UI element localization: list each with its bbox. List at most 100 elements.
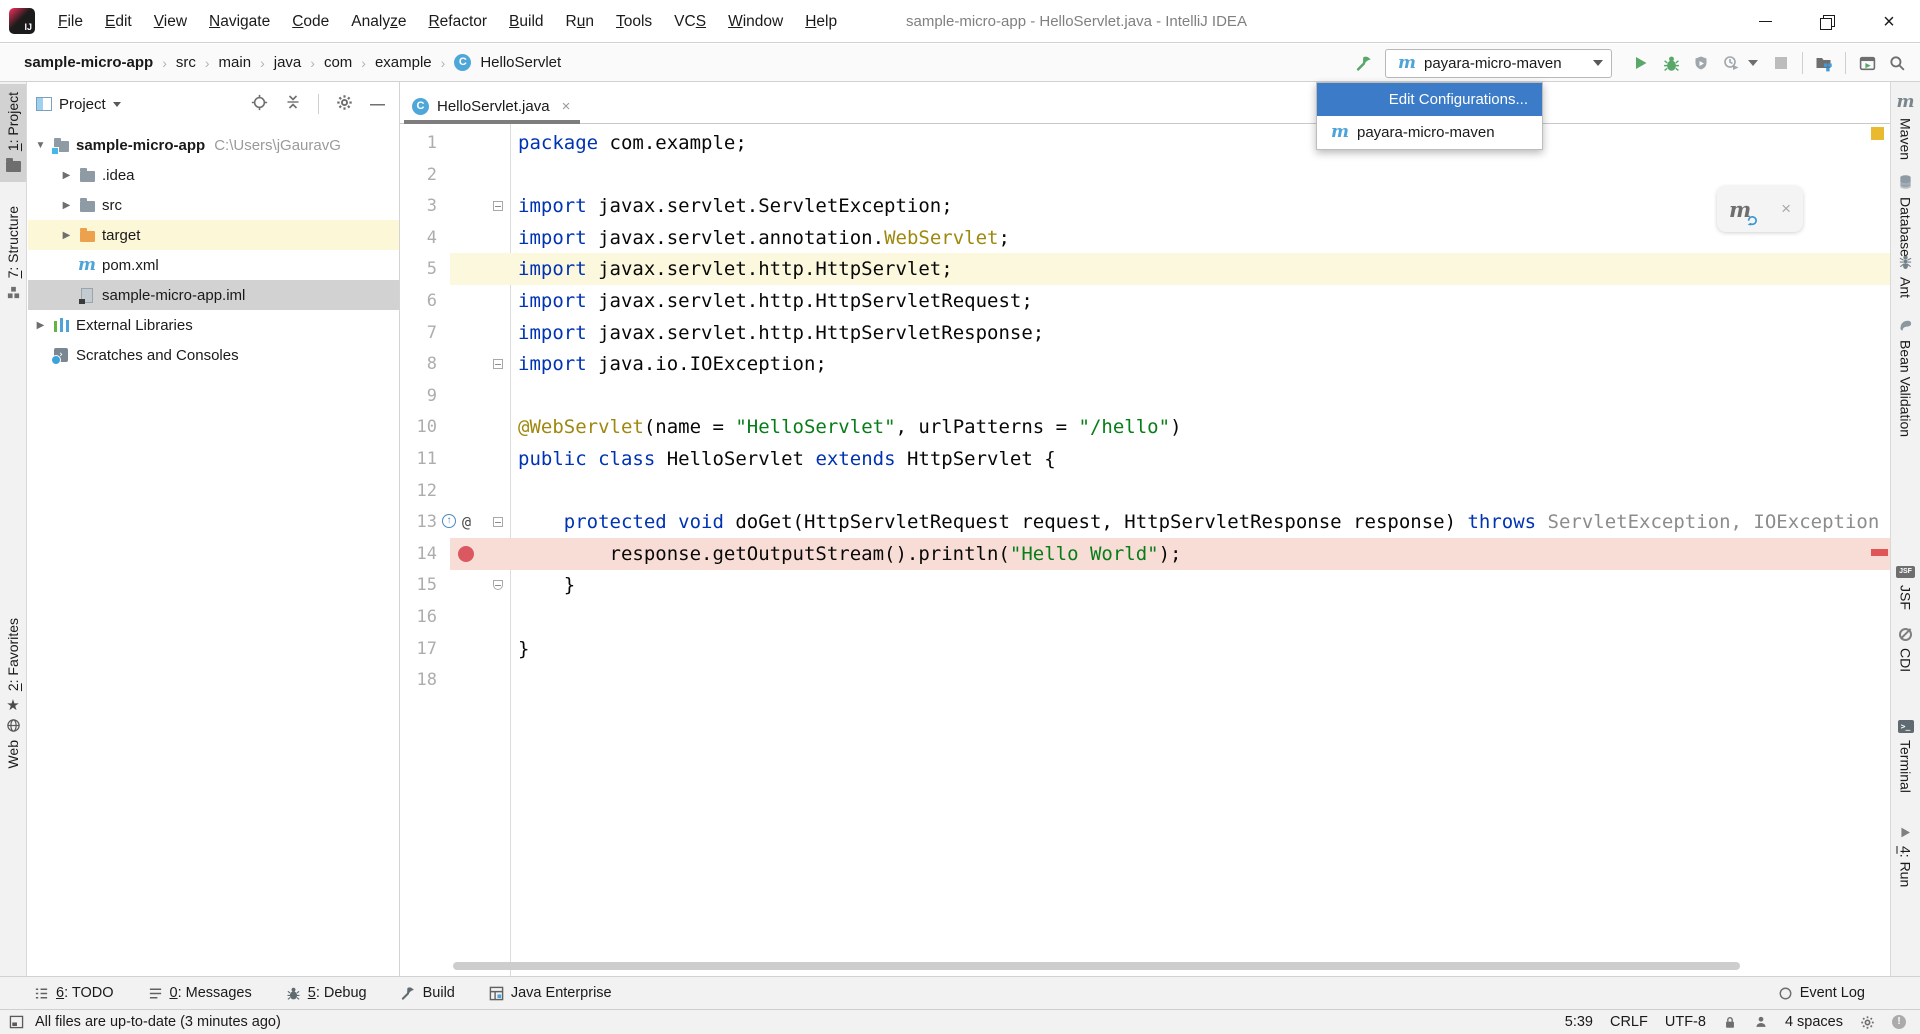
menu-vcs[interactable]: VCS	[663, 0, 717, 43]
tool-window-button-cdi[interactable]: CDI	[1891, 628, 1920, 672]
menu-code[interactable]: Code	[281, 0, 340, 43]
status-widget-background-tasks[interactable]	[1860, 1015, 1875, 1030]
tool-window-button-structure[interactable]: 7: Structure	[0, 206, 26, 300]
line-number[interactable]: 15	[400, 569, 437, 601]
tree-node--idea[interactable]: ▶.idea	[28, 160, 399, 190]
menu-window[interactable]: Window	[717, 0, 794, 43]
minimize-button[interactable]	[1734, 0, 1796, 43]
breadcrumb-item[interactable]: example	[375, 54, 432, 71]
fold-marker-icon[interactable]	[493, 517, 503, 527]
chevron-down-icon[interactable]	[113, 102, 121, 107]
menu-refactor[interactable]: Refactor	[417, 0, 498, 43]
menu-run[interactable]: Run	[555, 0, 605, 43]
code-line-7[interactable]: 7import javax.servlet.http.HttpServletRe…	[400, 317, 1890, 349]
tool-window-button-run[interactable]: 4: Run	[1891, 826, 1920, 887]
build-project-button[interactable]	[1349, 48, 1379, 78]
code-line-4[interactable]: 4import javax.servlet.annotation.WebServ…	[400, 222, 1890, 254]
line-number[interactable]: 12	[400, 475, 437, 507]
line-number[interactable]: 1	[400, 127, 437, 159]
line-number[interactable]: 11	[400, 443, 437, 475]
restore-button[interactable]	[1796, 0, 1858, 43]
line-number[interactable]: 4	[400, 222, 437, 254]
menu-build[interactable]: Build	[498, 0, 554, 43]
inspection-status-indicator[interactable]	[1871, 127, 1884, 140]
line-number[interactable]: 3	[400, 190, 437, 222]
fold-marker-icon[interactable]	[493, 201, 503, 211]
locate-file-button[interactable]	[251, 94, 268, 115]
code-line-18[interactable]: 18	[400, 664, 1890, 696]
tree-node-external-libraries[interactable]: ▶External Libraries	[28, 310, 399, 340]
code-line-15[interactable]: 15 }	[400, 569, 1890, 601]
tree-node-scratches-and-consoles[interactable]: ›Scratches and Consoles	[28, 340, 399, 370]
chevron-collapsed-icon[interactable]: ▶	[60, 200, 73, 211]
fold-marker-icon[interactable]	[493, 580, 503, 590]
line-number[interactable]: 13	[400, 506, 437, 538]
tool-window-button-maven[interactable]: mMaven	[1891, 94, 1920, 160]
code-line-11[interactable]: 11public class HelloServlet extends Http…	[400, 443, 1890, 475]
status-widget-notifications[interactable]: !	[1892, 1015, 1906, 1029]
tool-window-button-database[interactable]: Database	[1891, 174, 1920, 257]
run-configuration-select[interactable]: m payara-micro-maven	[1385, 49, 1612, 78]
code-line-6[interactable]: 6import javax.servlet.http.HttpServletRe…	[400, 285, 1890, 317]
tool-window-button-favorites[interactable]: 2: Favorites★	[0, 618, 26, 713]
horizontal-scrollbar[interactable]	[453, 962, 1740, 970]
menu-edit[interactable]: Edit	[94, 0, 143, 43]
chevron-collapsed-icon[interactable]: ▶	[34, 320, 47, 331]
close-tab-icon[interactable]: ×	[562, 98, 571, 115]
code-line-17[interactable]: 17}	[400, 633, 1890, 665]
tool-window-button-java-enterprise[interactable]: Java Enterprise	[489, 985, 612, 1001]
tool-window-button-project[interactable]: 1: Project	[0, 84, 26, 182]
tree-node-sample-micro-app-iml[interactable]: sample-micro-app.iml	[28, 280, 399, 310]
collapse-all-button[interactable]	[285, 94, 301, 114]
tool-window-button-bean-validation[interactable]: Bean Validation	[1891, 318, 1920, 437]
line-number[interactable]: 14	[400, 538, 437, 570]
breadcrumb-item[interactable]: HelloServlet	[480, 54, 561, 71]
menu-navigate[interactable]: Navigate	[198, 0, 281, 43]
line-number[interactable]: 6	[400, 285, 437, 317]
line-number[interactable]: 17	[400, 633, 437, 665]
menu-tools[interactable]: Tools	[605, 0, 663, 43]
chevron-collapsed-icon[interactable]: ▶	[60, 170, 73, 181]
debug-button[interactable]	[1656, 48, 1686, 78]
code-editor[interactable]: 1package com.example;23import javax.serv…	[400, 124, 1890, 976]
breadcrumb-item[interactable]: java	[274, 54, 302, 71]
status-widget-encoding[interactable]: UTF-8	[1665, 1014, 1706, 1030]
override-method-icon[interactable]: ↑	[442, 514, 456, 528]
menu-analyze[interactable]: Analyze	[340, 0, 417, 43]
event-log-button[interactable]: Event Log	[1778, 985, 1865, 1001]
code-line-13[interactable]: 13↑@ protected void doGet(HttpServletReq…	[400, 506, 1890, 538]
breadcrumb-item[interactable]: main	[219, 54, 252, 71]
breadcrumb-item[interactable]: com	[324, 54, 352, 71]
settings-button[interactable]	[336, 94, 353, 115]
code-line-1[interactable]: 1package com.example;	[400, 127, 1890, 159]
code-line-3[interactable]: 3import javax.servlet.ServletException;	[400, 190, 1890, 222]
line-number[interactable]: 16	[400, 601, 437, 633]
line-number[interactable]: 7	[400, 317, 437, 349]
dropdown-item[interactable]: mpayara-micro-maven	[1317, 116, 1542, 149]
chevron-collapsed-icon[interactable]: ▶	[60, 230, 73, 241]
line-number[interactable]: 18	[400, 664, 437, 696]
status-widget-indent[interactable]: 4 spaces	[1785, 1014, 1843, 1030]
tool-window-button-jsf[interactable]: JSFJSF	[1891, 566, 1920, 610]
profiler-button[interactable]	[1716, 48, 1746, 78]
project-structure-button[interactable]	[1809, 48, 1839, 78]
tool-window-button-terminal[interactable]: >_Terminal	[1891, 720, 1920, 793]
status-widget-line-endings[interactable]: CRLF	[1610, 1014, 1648, 1030]
breakpoint-icon[interactable]	[458, 546, 474, 562]
editor-tab-helloservlet[interactable]: C HelloServlet.java ×	[404, 89, 580, 123]
tool-window-button-todo[interactable]: 6: TODO	[34, 985, 114, 1001]
fold-marker-icon[interactable]	[493, 359, 503, 369]
tool-window-button-build[interactable]: Build	[401, 985, 455, 1001]
maven-reload-popup[interactable]: m ×	[1717, 186, 1803, 232]
tree-node-src[interactable]: ▶src	[28, 190, 399, 220]
tool-window-toggle-icon[interactable]	[9, 1015, 24, 1029]
code-line-2[interactable]: 2	[400, 159, 1890, 191]
tool-window-button-debug[interactable]: 5: Debug	[286, 985, 367, 1001]
maven-refresh-icon[interactable]: m	[1729, 197, 1751, 222]
menu-view[interactable]: View	[143, 0, 198, 43]
line-number[interactable]: 2	[400, 159, 437, 191]
close-icon[interactable]: ×	[1781, 199, 1791, 219]
breadcrumb-item[interactable]: sample-micro-app	[24, 54, 153, 71]
status-widget-cursor-position[interactable]: 5:39	[1565, 1014, 1593, 1030]
line-number[interactable]: 10	[400, 411, 437, 443]
